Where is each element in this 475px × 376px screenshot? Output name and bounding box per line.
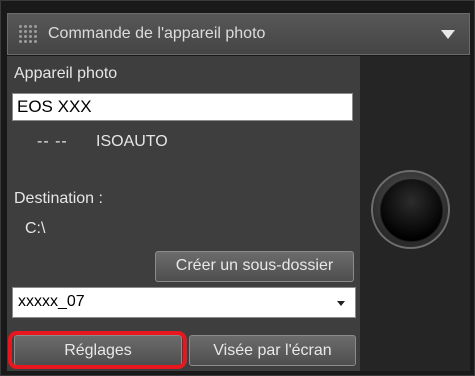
title-bar[interactable]: Commande de l'appareil photo [7,13,470,55]
shutter-button[interactable] [371,170,450,249]
create-subfolder-button[interactable]: Créer un sous-dossier [155,251,354,282]
live-view-button[interactable]: Visée par l'écran [189,335,356,366]
window-title: Commande de l'appareil photo [48,25,266,42]
destination-path: C:\ [25,220,46,237]
folder-select[interactable]: xxxxx_07 [12,287,356,318]
iso-value: ISOAUTO [96,133,168,150]
destination-label: Destination : [14,190,103,207]
grip-icon[interactable] [18,24,38,44]
camera-label: Appareil photo [14,65,118,82]
chevron-down-icon[interactable] [337,301,345,306]
menu-triangle-icon[interactable] [441,30,455,39]
folder-select-value: xxxxx_07 [18,293,85,310]
settings-button[interactable]: Réglages [14,335,182,366]
status-dashes: -- -- [37,133,68,150]
camera-model-field: EOS XXX [12,93,353,121]
shutter-icon [380,179,443,242]
